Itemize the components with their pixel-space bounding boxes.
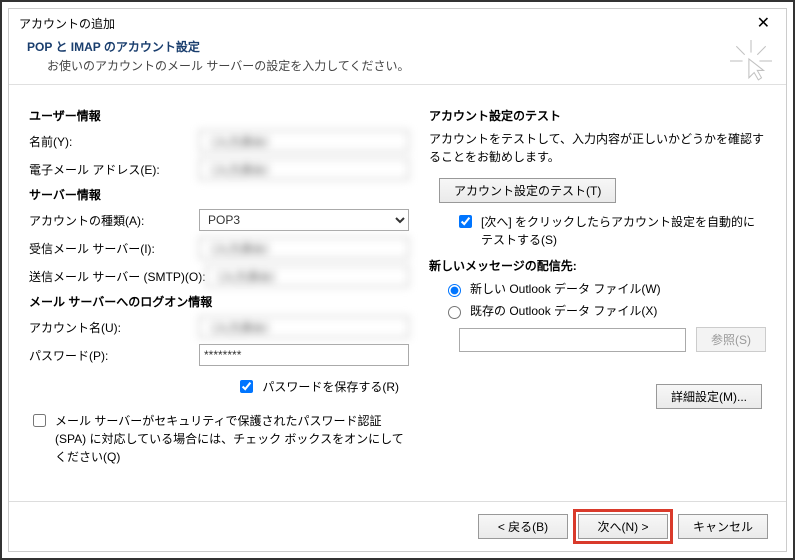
save-password-label: パスワードを保存する(R) (262, 378, 399, 395)
radio-existing-row[interactable]: 既存の Outlook データ ファイル(X) (443, 302, 766, 319)
account-type-select[interactable]: POP3 (199, 209, 409, 231)
next-button[interactable]: 次へ(N) > (578, 514, 668, 539)
back-button[interactable]: < 戻る(B) (478, 514, 568, 539)
auto-test-label: [次へ] をクリックしたらアカウント設定を自動的にテストする(S) (481, 213, 766, 249)
cancel-button[interactable]: キャンセル (678, 514, 768, 539)
spa-checkbox[interactable] (33, 414, 46, 427)
incoming-server-input[interactable] (199, 237, 409, 259)
window-title: アカウントの追加 (19, 15, 115, 32)
account-name-input[interactable] (199, 316, 409, 338)
save-password-checkbox[interactable] (240, 380, 253, 393)
delivery-heading: 新しいメッセージの配信先: (429, 257, 766, 274)
incoming-server-label: 受信メール サーバー(I): (29, 240, 199, 257)
save-password-row[interactable]: パスワードを保存する(R) (236, 378, 399, 396)
close-icon[interactable]: ✕ (751, 16, 776, 32)
existing-datafile-input[interactable] (459, 328, 686, 352)
account-name-label: アカウント名(U): (29, 319, 199, 336)
name-label: 名前(Y): (29, 133, 199, 150)
spa-label: メール サーバーがセキュリティで保護されたパスワード認証 (SPA) に対応して… (55, 412, 409, 466)
radio-new-label: 新しい Outlook データ ファイル(W) (470, 280, 661, 297)
user-info-heading: ユーザー情報 (29, 107, 409, 124)
radio-new-row[interactable]: 新しい Outlook データ ファイル(W) (443, 280, 766, 297)
name-input[interactable] (199, 130, 409, 152)
test-settings-heading: アカウント設定のテスト (429, 107, 766, 124)
password-input[interactable] (199, 344, 409, 366)
email-input[interactable] (199, 158, 409, 180)
header-subtitle: お使いのアカウントのメール サーバーの設定を入力してください。 (47, 57, 768, 74)
email-label: 電子メール アドレス(E): (29, 161, 199, 178)
server-info-heading: サーバー情報 (29, 186, 409, 203)
outgoing-server-input[interactable] (206, 265, 409, 287)
logon-info-heading: メール サーバーへのログオン情報 (29, 293, 409, 310)
advanced-settings-button[interactable]: 詳細設定(M)... (656, 384, 762, 409)
test-settings-text: アカウントをテストして、入力内容が正しいかどうかを確認することをお勧めします。 (429, 130, 766, 166)
password-label: パスワード(P): (29, 347, 199, 364)
radio-new-datafile[interactable] (448, 284, 461, 297)
cursor-decoration-icon (730, 40, 772, 82)
auto-test-checkbox[interactable] (459, 215, 472, 228)
browse-button[interactable]: 参照(S) (696, 327, 766, 352)
spa-row[interactable]: メール サーバーがセキュリティで保護されたパスワード認証 (SPA) に対応して… (29, 412, 409, 466)
header-title: POP と IMAP のアカウント設定 (27, 38, 768, 55)
auto-test-row[interactable]: [次へ] をクリックしたらアカウント設定を自動的にテストする(S) (455, 213, 766, 249)
radio-existing-label: 既存の Outlook データ ファイル(X) (470, 302, 657, 319)
outgoing-server-label: 送信メール サーバー (SMTP)(O): (29, 268, 206, 285)
account-type-label: アカウントの種類(A): (29, 212, 199, 229)
radio-existing-datafile[interactable] (448, 306, 461, 319)
test-account-settings-button[interactable]: アカウント設定のテスト(T) (439, 178, 616, 203)
